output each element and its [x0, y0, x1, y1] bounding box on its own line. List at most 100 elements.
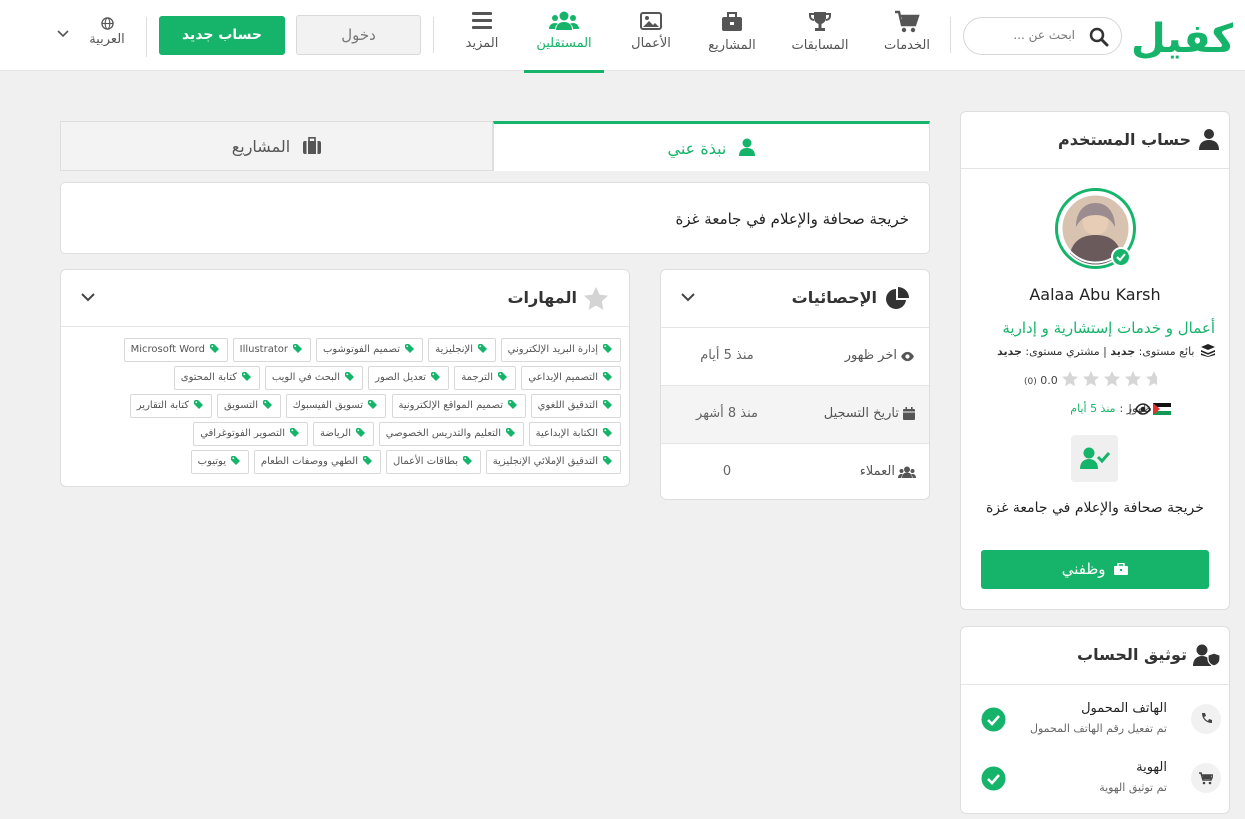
rating-value: 0.0 (0) — [1024, 374, 1058, 387]
skill-label: التصميم الإبداعي — [528, 372, 598, 383]
phone-icon — [1202, 713, 1212, 723]
nav-freelancers[interactable]: المستقلين — [526, 10, 602, 60]
card-header: الإحصائيات — [661, 270, 929, 327]
skill-label: الإنجليزية — [435, 344, 473, 355]
header-divider — [433, 17, 434, 53]
skill-label: كتابة المحتوى — [180, 372, 237, 383]
skill-label: التصوير الفوتوغرافي — [200, 428, 285, 439]
tag-icon — [603, 344, 612, 353]
language-selector[interactable]: العربية — [84, 17, 130, 47]
skill-tag[interactable]: التدقيق الإملائي الإنجليزية — [485, 450, 621, 474]
tab-projects[interactable]: المشاريع — [60, 121, 493, 171]
search-icon[interactable] — [1089, 27, 1109, 47]
stat-label: العملاء — [859, 464, 895, 479]
skill-tag[interactable]: تصميم الفوتوشوب — [315, 338, 423, 362]
skill-tag[interactable]: تسويق الفيسبوك — [285, 394, 386, 418]
pie-chart-icon — [886, 287, 909, 309]
skill-tag[interactable]: كتابة التقارير — [129, 394, 212, 418]
verify-phone: الهاتف المحمول تم تفعيل رقم الهاتف المحم… — [961, 695, 1229, 747]
user-levels: بائع مستوى: جديد | مشتري مستوى: جديد — [997, 344, 1215, 358]
signup-button[interactable]: حساب جديد — [159, 16, 285, 55]
user-name[interactable]: Aalaa Abu Karsh — [961, 285, 1229, 304]
top-header: كفيل ابحث عن ... الخدمات المسابقات المشا… — [0, 0, 1245, 73]
stat-last-seen: اخر ظهور منذ 5 أيام — [661, 327, 929, 385]
globe-icon — [100, 17, 114, 30]
skill-label: التعليم والتدريس الخصوصي — [385, 428, 501, 439]
user-check-icon — [1080, 447, 1110, 469]
card-header: حساب المستخدم — [961, 112, 1229, 169]
skill-tag[interactable]: Illustrator — [232, 338, 311, 362]
skill-label: Microsoft Word — [130, 344, 205, 355]
tag-icon — [356, 428, 365, 437]
skill-tag[interactable]: تصميم المواقع الإلكترونية — [391, 394, 526, 418]
skill-label: الطهي ووصفات الطعام — [260, 456, 358, 467]
chevron-down-icon[interactable] — [681, 293, 695, 302]
skill-tag[interactable]: الكتابة الإبداعية — [528, 422, 621, 446]
tag-icon — [498, 372, 507, 381]
tag-icon — [290, 428, 299, 437]
verify-title: الهوية — [1136, 760, 1167, 775]
chevron-down-icon[interactable] — [57, 30, 69, 38]
tag-icon — [431, 372, 440, 381]
nav-more[interactable]: المزيد — [458, 10, 506, 60]
layers-icon — [1201, 344, 1215, 357]
rating-count: (0) — [1024, 377, 1037, 387]
cart-icon — [1199, 772, 1213, 785]
skill-tag[interactable]: الإنجليزية — [428, 338, 496, 362]
card-title: حساب المستخدم — [1058, 130, 1191, 149]
skills-card: المهارات إدارة البريد الإلكتروني الإنجليز… — [60, 269, 630, 487]
image-icon — [640, 12, 662, 30]
nav-services[interactable]: الخدمات — [879, 10, 935, 60]
avatar[interactable] — [1054, 187, 1137, 270]
skill-tag[interactable]: الترجمة — [454, 366, 516, 390]
nav-contests[interactable]: المسابقات — [786, 10, 854, 60]
skill-tag[interactable]: البحث في الويب — [264, 366, 363, 390]
nav-projects[interactable]: المشاريع — [702, 10, 762, 60]
skill-tag[interactable]: التدقيق اللغوي — [530, 394, 621, 418]
tag-icon — [463, 456, 472, 465]
skill-tag[interactable]: التسويق — [216, 394, 281, 418]
tag-icon — [368, 400, 377, 409]
skill-tag[interactable]: تعديل الصور — [368, 366, 449, 390]
search-box[interactable]: ابحث عن ... — [963, 17, 1122, 55]
skill-tag[interactable]: التصوير الفوتوغرافي — [193, 422, 308, 446]
chevron-down-icon[interactable] — [81, 293, 95, 302]
stats-card: الإحصائيات اخر ظهور منذ 5 أيام تاريخ الت… — [660, 269, 930, 500]
search-input[interactable]: ابحث عن ... — [1013, 28, 1075, 42]
hire-button[interactable]: وظفني — [981, 550, 1209, 589]
users-icon — [898, 466, 916, 478]
skill-tag[interactable]: بطاقات الأعمال — [386, 450, 481, 474]
skill-tag[interactable]: التعليم والتدريس الخصوصي — [378, 422, 524, 446]
buyer-level: جديد — [997, 345, 1022, 358]
nav-label: المسابقات — [791, 38, 849, 53]
separator: | — [1128, 402, 1132, 415]
user-specialty[interactable]: أعمال و خدمات إستشارية و إدارية — [1002, 319, 1215, 337]
site-logo[interactable]: كفيل — [1131, 6, 1236, 64]
tag-icon — [210, 344, 219, 353]
tag-icon — [603, 456, 612, 465]
cart-icon — [895, 10, 920, 33]
skill-tag[interactable]: كتابة المحتوى — [173, 366, 260, 390]
nav-works[interactable]: الأعمال — [624, 10, 678, 60]
header-divider — [146, 17, 147, 57]
skill-label: بطاقات الأعمال — [393, 456, 458, 467]
tag-icon — [603, 400, 612, 409]
stat-value: منذ 5 أيام — [700, 348, 754, 363]
login-button[interactable]: دخول — [296, 15, 421, 55]
buyer-level-label: | مشتري مستوى: — [1025, 345, 1107, 358]
rating-number: 0.0 — [1040, 374, 1058, 387]
skill-tag[interactable]: Microsoft Word — [123, 338, 228, 362]
skill-tag[interactable]: يوتيوب — [190, 450, 249, 474]
hire-button-label: وظفني — [1061, 560, 1106, 578]
eye-icon — [901, 351, 914, 362]
suitcase-icon — [303, 137, 322, 154]
skill-tag[interactable]: الرياضة — [312, 422, 374, 446]
skill-tag[interactable]: إدارة البريد الإلكتروني — [500, 338, 621, 362]
stat-registered: تاريخ التسجيل منذ 8 أشهر — [661, 385, 929, 443]
user-icon — [739, 138, 756, 156]
skill-tag[interactable]: الطهي ووصفات الطعام — [253, 450, 381, 474]
tab-about[interactable]: نبذة عني — [493, 121, 930, 171]
tag-icon — [478, 344, 487, 353]
skill-label: تصميم الفوتوشوب — [322, 344, 400, 355]
skill-tag[interactable]: التصميم الإبداعي — [521, 366, 621, 390]
